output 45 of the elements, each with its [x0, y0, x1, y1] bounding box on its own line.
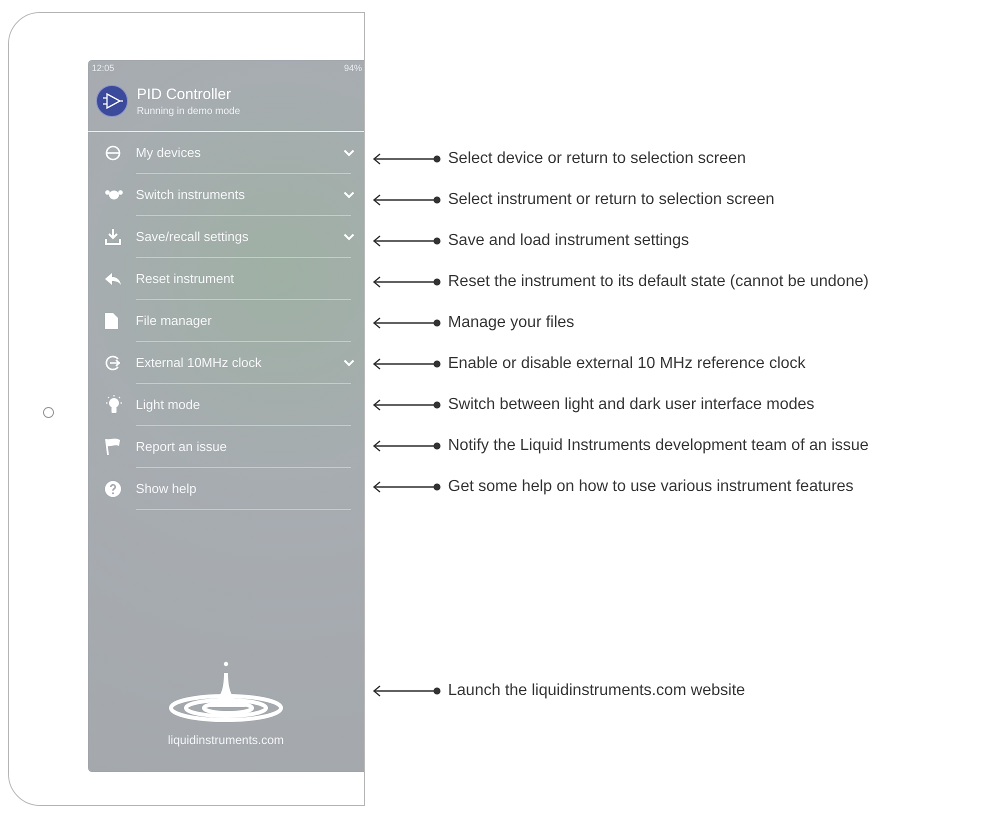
clock-input-icon — [104, 354, 121, 370]
menu-item[interactable]: Light mode — [136, 384, 351, 426]
menu-item[interactable]: My devices — [136, 132, 351, 174]
circle-minus-icon — [104, 144, 121, 160]
annotation-text: Select device or return to selection screen — [448, 150, 746, 168]
leader-arrow — [372, 398, 442, 410]
leader-arrow — [372, 440, 442, 452]
flag-icon — [104, 438, 121, 456]
home-button[interactable] — [42, 407, 54, 418]
leader-arrow — [372, 480, 442, 492]
website-link[interactable]: liquidinstruments.com — [168, 733, 284, 747]
leader-arrow — [372, 234, 442, 246]
status-time: 12:05 — [92, 63, 114, 73]
document-icon — [104, 312, 118, 328]
reply-arrow-icon — [104, 272, 121, 284]
annotation-text: Manage your files — [448, 314, 574, 332]
mode-subtitle: Running in demo mode — [136, 106, 240, 116]
amplifier-icon — [96, 85, 128, 117]
leader-arrow — [372, 194, 442, 206]
handshake-icon — [104, 188, 123, 200]
leader-arrow — [372, 684, 442, 696]
annotation-text: Select instrument or return to selection screen — [448, 190, 774, 208]
menu-item[interactable]: External 10MHz clock — [136, 342, 351, 384]
light-bulb-icon — [104, 394, 123, 414]
menu-item[interactable]: Show help — [136, 468, 351, 510]
leader-arrow — [372, 276, 442, 288]
annotation-text: Enable or disable external 10 MHz reference clock — [448, 354, 806, 372]
battery-level: 94% — [344, 63, 362, 73]
menu-item[interactable]: Reset instrument — [136, 258, 351, 300]
annotation-text: Save and load instrument settings — [448, 232, 690, 250]
annotation-text: Launch the liquidinstruments.com website — [448, 682, 746, 700]
instrument-title: PID Controller — [136, 86, 232, 102]
help-icon — [104, 480, 121, 496]
leader-arrow — [372, 152, 442, 164]
annotation-text: Reset the instrument to its default state (cannot be undone) — [448, 272, 869, 290]
annotation-text: Get some help on how to use various instrument features — [448, 478, 854, 496]
annotation-text: Switch between light and dark user interface modes — [448, 396, 814, 414]
menu-item[interactable]: Report an issue — [136, 426, 351, 468]
menu-item[interactable]: Save/recall settings — [136, 216, 351, 258]
menu-item[interactable]: File manager — [136, 300, 351, 342]
menu-item[interactable]: Switch instruments — [136, 174, 351, 216]
leader-arrow — [372, 358, 442, 370]
annotation-text: Notify the Liquid Instruments development team of an issue — [448, 436, 869, 454]
leader-arrow — [372, 316, 442, 328]
download-icon — [104, 228, 121, 245]
